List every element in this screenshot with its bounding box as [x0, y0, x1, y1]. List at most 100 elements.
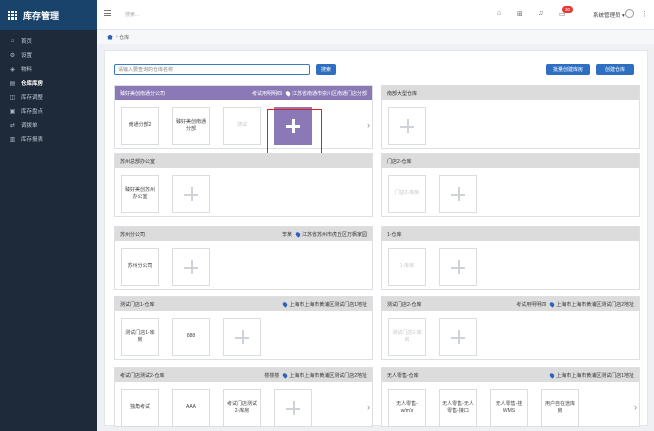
warehouse-manager: 考试用明明四 [516, 301, 547, 308]
storeroom-tile[interactable]: 独角考试 [121, 389, 159, 427]
card-header: 1-仓库 [382, 227, 639, 241]
card-body: 1-库房 [382, 241, 639, 289]
card-header: 测试门店1-仓库 上海市上海市黄浦区测试门店1地址 [115, 297, 372, 311]
warehouse-name: 1-仓库 [387, 231, 402, 238]
bell-icon[interactable]: ♫ [538, 10, 543, 17]
chevron-right-icon[interactable]: › [367, 120, 370, 130]
storeroom-tile[interactable]: 门店2-库房 [388, 175, 426, 213]
storeroom-tile[interactable]: 臻好美创苏州办公室 [121, 175, 159, 213]
sidebar-item-transfer[interactable]: ⇄ 调拨单 [0, 118, 97, 132]
menu-toggle-icon[interactable] [104, 10, 111, 16]
card-body: 无人零售-w/m's 无人零售-无人零售-接口 无人零售-挂WMS 用户自在途库… [382, 382, 639, 430]
card-body [382, 100, 639, 148]
home-icon: ⌂ [10, 38, 15, 44]
storeroom-tile[interactable]: 测试 [223, 107, 261, 145]
app-title: 库存管理 [23, 10, 60, 21]
card-header: 南部大型仓库 [382, 86, 639, 100]
storeroom-tile[interactable]: 无人零售-w/m's [388, 389, 426, 427]
app-brand[interactable]: 库存管理 [0, 0, 97, 30]
add-storeroom-button[interactable] [439, 175, 477, 213]
add-storeroom-button[interactable] [223, 318, 261, 356]
batch-create-button[interactable]: 批量创建库房 [546, 64, 590, 75]
storeroom-tile[interactable]: 888 [172, 318, 210, 356]
warehouse-name: 苏州总部办公室 [120, 158, 156, 165]
warehouse-address: 江苏省苏州市虎丘区万枫家园 [294, 230, 367, 238]
sidebar-item-report[interactable]: ▥ 库存报表 [0, 132, 97, 146]
card-header: 无人零售-仓库 上海市上海市黄浦区测试门店1地址 [382, 368, 639, 382]
storeroom-tile[interactable]: 考试门店测试2-库房 [223, 389, 261, 427]
warehouse-card: 考试门店测试2-仓库 楼楼楼 上海市上海市黄浦区测试门店2地址 独角考试 AAA… [114, 367, 373, 427]
storeroom-tile[interactable]: 测试门店2-库房 [388, 318, 426, 356]
location-pin-icon [549, 371, 556, 379]
breadcrumb: › 仓库 [97, 30, 654, 44]
card-header: 考试门店测试2-仓库 楼楼楼 上海市上海市黄浦区测试门店2地址 [115, 368, 372, 382]
card-header: 测试门店2-仓库 考试用明明四 上海市上海市黄浦区测试门店2地址 [382, 297, 639, 311]
add-storeroom-button[interactable] [439, 248, 477, 286]
warehouse-search-input[interactable] [114, 64, 310, 75]
chevron-right-icon[interactable]: › [367, 402, 370, 412]
warehouse-card: 南部大型仓库 [381, 85, 640, 149]
home-icon[interactable] [107, 34, 113, 40]
location-pin-icon [549, 300, 556, 308]
warehouse-card: 无人零售-仓库 上海市上海市黄浦区测试门店1地址 无人零售-w/m's 无人零售… [381, 367, 640, 427]
card-header: 苏州总部办公室 [115, 154, 372, 168]
notification-badge: 30 [562, 6, 574, 13]
more-icon[interactable]: ⋮ [641, 10, 648, 18]
warehouse-name: 南部大型仓库 [387, 90, 418, 97]
warehouse-card: 臻好美创南通分公司 考试用明明四 江苏省南通市崇川区南通门店分部 南通分部2 臻… [114, 85, 373, 149]
warehouse-name: 考试门店测试2-仓库 [120, 372, 165, 379]
storeroom-tile[interactable]: AAA [172, 389, 210, 427]
location-pin-icon [282, 300, 289, 308]
sidebar-item-stock-adjust[interactable]: ◫ 库存调整 [0, 90, 97, 104]
add-storeroom-button[interactable] [439, 318, 477, 356]
warehouse-address: 上海市上海市黄浦区测试门店2地址 [549, 300, 634, 308]
add-storeroom-button[interactable] [172, 248, 210, 286]
gear-icon: ⚙ [9, 52, 16, 59]
avatar[interactable] [625, 9, 634, 18]
location-pin-icon [294, 230, 302, 238]
sidebar-item-stocktake[interactable]: ▣ 库存盘点 [0, 104, 97, 118]
create-warehouse-button[interactable]: 创建仓库 [596, 64, 634, 75]
warehouse-panel: 搜索 批量创建库房 创建仓库 臻好美创南通分公司 考试用明明四 江苏省南通市崇川… [104, 50, 648, 427]
storeroom-tile[interactable]: 苏州分公司 [121, 248, 159, 286]
storeroom-tile[interactable]: 南通分部2 [121, 107, 159, 145]
sidebar-item-materials[interactable]: ◈ 物料 [0, 62, 97, 76]
storeroom-tile[interactable]: 用户自在途库房 [541, 389, 579, 427]
breadcrumb-current: 仓库 [119, 34, 130, 41]
storeroom-tile[interactable]: 测试门店1-库房 [121, 318, 159, 356]
search-button[interactable]: 搜索 [316, 64, 336, 75]
warehouse-name: 无人零售-仓库 [387, 372, 419, 379]
home-icon[interactable]: ⌂ [497, 10, 501, 17]
warehouse-icon: ▤ [9, 80, 16, 87]
location-pin-icon [284, 89, 292, 97]
warehouse-name: 苏州分公司 [120, 231, 146, 238]
storeroom-tile[interactable]: 臻好美创南通分部 [172, 107, 210, 145]
storeroom-tile[interactable]: 1-库房 [388, 248, 426, 286]
warehouse-name: 测试门店1-仓库 [120, 301, 155, 308]
chevron-right-icon[interactable]: › [634, 402, 637, 412]
storeroom-tile[interactable]: 无人零售-无人零售-接口 [439, 389, 477, 427]
add-storeroom-button[interactable] [388, 107, 426, 145]
add-storeroom-button[interactable] [172, 175, 210, 213]
card-header: 门店2-仓库 [382, 154, 639, 168]
warehouse-card: 测试门店2-仓库 考试用明明四 上海市上海市黄浦区测试门店2地址 测试门店2-库… [381, 296, 640, 360]
sidebar-item-home[interactable]: ⌂ 首页 [0, 34, 97, 48]
sidebar-nav: ⌂ 首页 ⚙ 设置 ◈ 物料 ▤ 仓库库房 ◫ 库存调整 ▣ 库存盘点 ⇄ 调拨单 ▥ 库存报表 [0, 30, 97, 146]
grid-icon[interactable]: ⊞ [517, 10, 523, 18]
warehouse-address: 上海市上海市黄浦区测试门店1地址 [282, 300, 367, 308]
sidebar-item-warehouse[interactable]: ▤ 仓库库房 [0, 76, 97, 90]
cube-icon: ◈ [10, 66, 15, 73]
sidebar: 库存管理 ⌂ 首页 ⚙ 设置 ◈ 物料 ▤ 仓库库房 ◫ 库存调整 ▣ 库存盘点 ⇄ 调拨单 … [0, 0, 97, 431]
warehouse-card: 1-仓库 1-库房 [381, 226, 640, 290]
add-storeroom-button[interactable] [274, 389, 312, 427]
user-name[interactable]: 系统管理员 ▾ [593, 11, 625, 19]
warehouse-card: 苏州总部办公室 臻好美创苏州办公室 [114, 153, 373, 217]
warehouse-manager: 考试用明明四 [251, 90, 282, 97]
transfer-icon: ⇄ [9, 122, 16, 129]
chart-icon: ▥ [9, 136, 16, 143]
storeroom-tile[interactable]: 无人零售-挂WMS [490, 389, 528, 427]
sidebar-item-settings[interactable]: ⚙ 设置 [0, 48, 97, 62]
topbar: 搜索... ⌂ ⊞ ♫ ▭ 30 系统管理员 ▾ ⋮ [97, 0, 654, 30]
warehouse-address: 上海市上海市黄浦区测试门店1地址 [549, 371, 634, 379]
top-search-input[interactable]: 搜索... [125, 11, 139, 18]
